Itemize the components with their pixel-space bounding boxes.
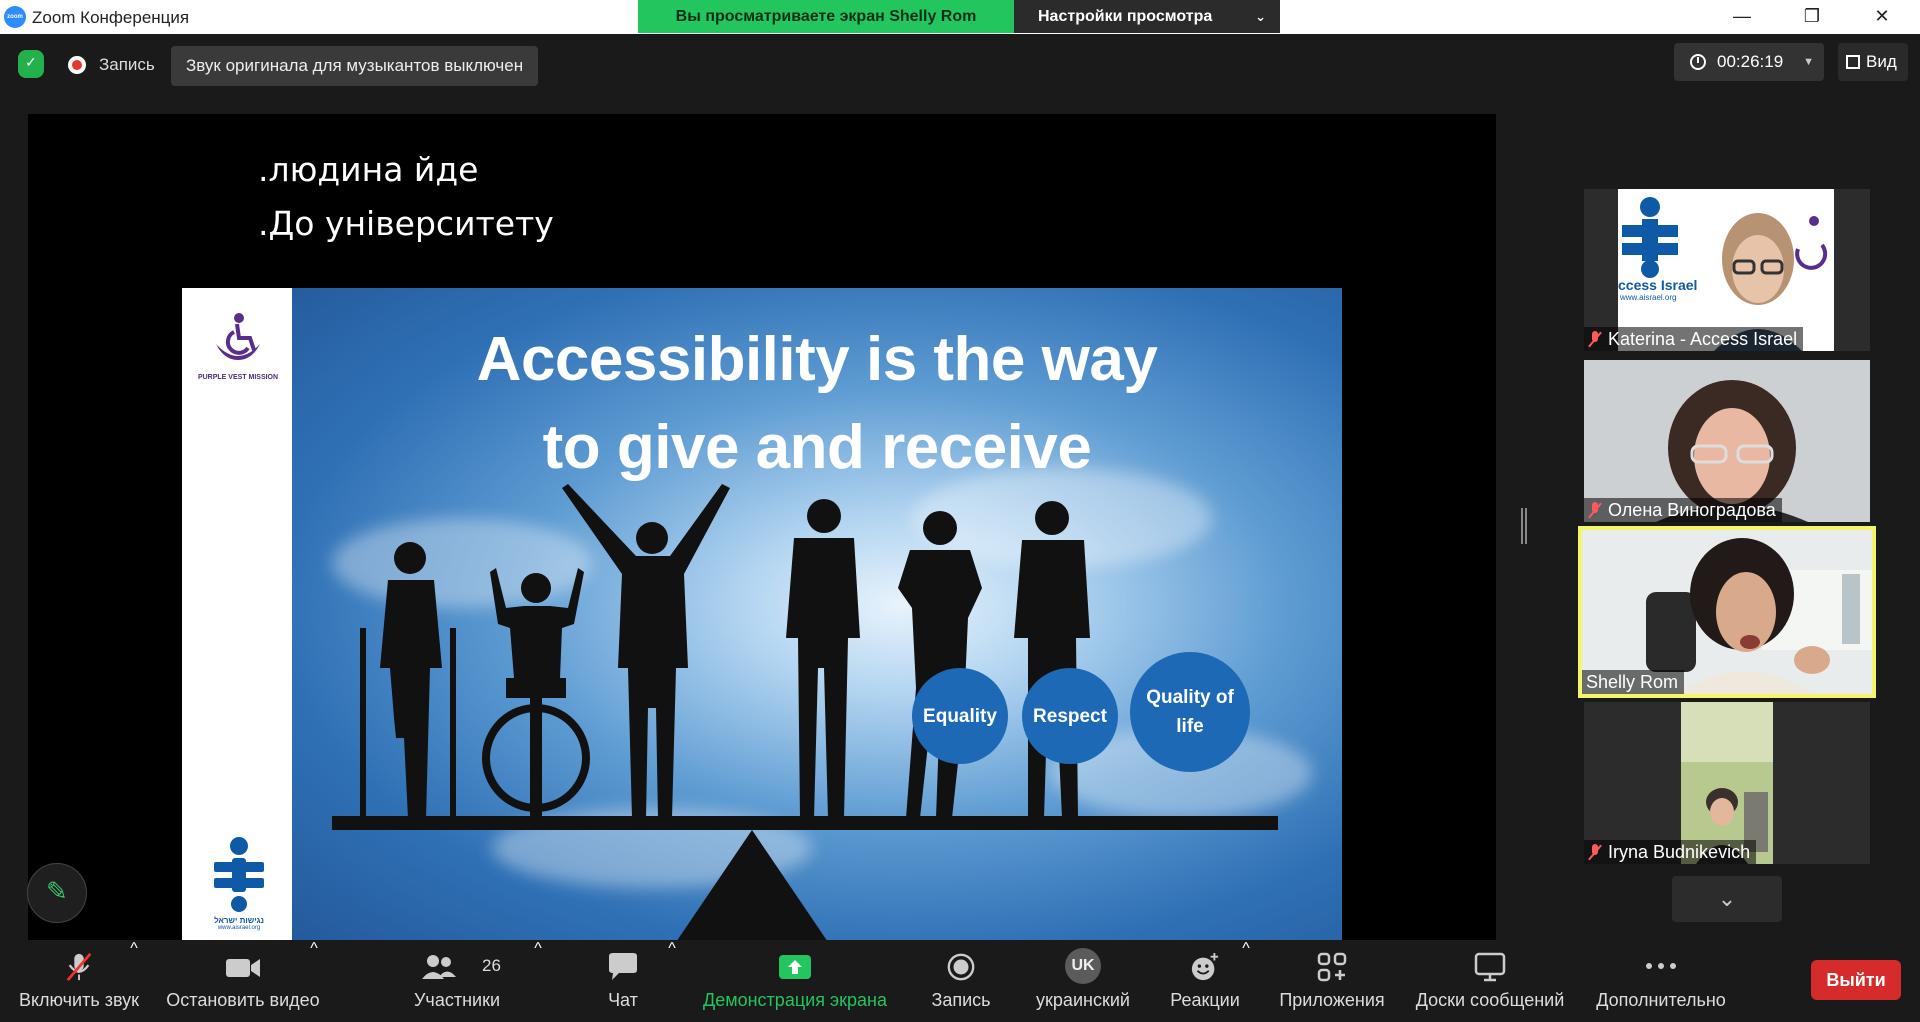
annotate-pencil-button[interactable] [27,863,87,923]
zoom-app-icon: zoom [4,6,26,28]
chat-options-caret[interactable]: ^ [666,940,678,1022]
presentation-slide: PURPLE VEST MISSION נגישות ישראל www.ais… [182,288,1342,940]
participants-scroll-down-button[interactable]: ⌄ [1672,876,1782,922]
chevron-down-icon: ⌄ [1255,9,1266,24]
shared-screen: .людина йде .До університету PURPLE VEST… [28,114,1496,940]
participants-icon [422,955,456,979]
language-interpretation-button[interactable]: UK украинский [1028,940,1138,1022]
clock-icon [1690,54,1706,70]
participant-tile-iryna[interactable]: Iryna Budnikevich [1584,702,1870,864]
reactions-button[interactable]: Реакции [1160,940,1250,1022]
original-sound-status[interactable]: Звук оригинала для музыкантов выключен [171,46,539,86]
view-options-label: Настройки просмотра [1038,8,1213,25]
video-options-caret[interactable]: ^ [308,940,320,1022]
participants-label: Участники [414,990,500,1010]
mic-muted-icon [1588,844,1602,860]
meeting-timer[interactable]: 00:26:19 ▼ [1674,43,1824,81]
apps-icon [1317,952,1347,982]
apps-label: Приложения [1279,990,1385,1010]
language-label: украинский [1036,990,1130,1010]
participant-name-tag: Shelly Rom [1582,670,1685,694]
slide-logo-strip: PURPLE VEST MISSION נגישות ישראל www.ais… [182,288,292,940]
audio-options-caret[interactable]: ^ [128,940,140,1022]
apps-button[interactable]: Приложения [1270,940,1394,1022]
security-shield-icon[interactable] [18,50,44,78]
participant-name-tag: Katerina - Access Israel [1584,327,1804,351]
mic-muted-icon [1588,502,1602,518]
equality-circle: Equality [912,668,1008,764]
share-screen-icon [779,955,811,979]
participants-count: 26 [482,956,501,975]
participant-name: Shelly Rom [1586,672,1679,692]
chat-button[interactable]: Чат [586,940,660,1022]
participants-button[interactable]: 26 Участники [400,940,514,1022]
share-screen-button[interactable]: Демонстрация экрана [698,940,892,1022]
minimize-button[interactable]: — [1712,0,1772,33]
view-label: Вид [1866,52,1897,71]
participant-name: Katerina - Access Israel [1608,329,1798,349]
view-button[interactable]: Вид [1838,43,1908,81]
whiteboards-button[interactable]: Доски сообщений [1410,940,1570,1022]
reactions-options-caret[interactable]: ^ [1240,940,1252,1022]
panel-resize-handle[interactable] [1521,508,1527,544]
caption-line-2: .До університету [258,204,554,243]
recording-label: Запись [99,55,155,74]
window-title: Zoom Конференция [32,8,190,27]
purple-vest-logo: PURPLE VEST MISSION [194,304,282,390]
participant-tile-shelly-active-speaker[interactable]: Shelly Rom [1578,526,1876,698]
participant-name-tag: Олена Виноградова [1584,498,1782,522]
chat-label: Чат [608,990,638,1010]
share-banner: Вы просматриваете экран Shelly Rom Настр… [638,0,1280,33]
video-camera-icon [226,959,260,977]
language-badge-icon: UK [1065,948,1101,984]
participant-name: Iryna Budnikevich [1608,842,1751,862]
access-israel-hebrew: נגישות ישראל [214,916,264,925]
participant-tile-katerina[interactable]: ccess Israel www.aisrael.org Katerina - … [1584,189,1870,351]
microphone-muted-icon [66,952,92,982]
participant-name: Олена Виноградова [1608,500,1776,520]
whiteboards-label: Доски сообщений [1415,990,1565,1010]
participant-tile-olena[interactable]: Олена Виноградова [1584,360,1870,522]
meeting-toolbar: Включить звук ^ Остановить видео ^ 26 Уч… [0,940,1920,1022]
more-button[interactable]: Дополнительно [1590,940,1732,1022]
close-button[interactable]: ✕ [1852,0,1912,33]
respect-circle: Respect [1022,668,1118,764]
participants-options-caret[interactable]: ^ [532,940,544,1022]
grid-view-icon [1846,55,1860,69]
record-icon [947,953,975,981]
more-dots-icon [1646,963,1676,969]
view-options-button[interactable]: Настройки просмотра ⌄ [1014,0,1280,33]
caption-line-1: .людина йде [258,150,479,189]
access-israel-logo: נגישות ישראל www.aisrael.org [204,836,274,936]
participant-name-tag: Iryna Budnikevich [1584,840,1757,864]
record-button[interactable]: Запись [916,940,1006,1022]
stop-video-label: Остановить видео [166,990,320,1010]
access-israel-badge-text: ccess Israel [1618,277,1698,293]
viewing-screen-label: Вы просматриваете экран Shelly Rom [638,0,1014,33]
maximize-button[interactable]: ❐ [1782,0,1842,33]
title-bar: zoom Zoom Конференция Вы просматриваете … [0,0,1920,34]
timer-value: 00:26:19 [1717,52,1784,71]
record-label: Запись [931,990,991,1010]
access-israel-badge-url: www.aisrael.org [1620,293,1677,302]
recording-indicator-icon [68,56,86,74]
quality-of-life-circle: Quality of life [1130,652,1250,772]
smiley-plus-icon [1191,952,1219,981]
more-label: Дополнительно [1596,990,1726,1010]
people-silhouettes-illustration [332,484,1278,940]
access-israel-logo-text: נגישות ישראל www.aisrael.org [204,916,274,931]
share-screen-label: Демонстрация экрана [703,990,887,1010]
reactions-label: Реакции [1170,990,1240,1010]
stop-video-button[interactable]: Остановить видео [160,940,326,1022]
chevron-down-icon: ▼ [1803,56,1814,68]
mic-muted-icon [1588,331,1602,347]
whiteboard-icon [1474,952,1506,982]
leave-meeting-button[interactable]: Выйти [1811,960,1901,1000]
purple-vest-logo-text: PURPLE VEST MISSION [197,374,279,381]
chat-bubble-icon [609,953,637,980]
access-israel-url: www.aisrael.org [217,925,261,931]
meeting-top-bar: Запись Звук оригинала для музыкантов вык… [0,34,1920,94]
